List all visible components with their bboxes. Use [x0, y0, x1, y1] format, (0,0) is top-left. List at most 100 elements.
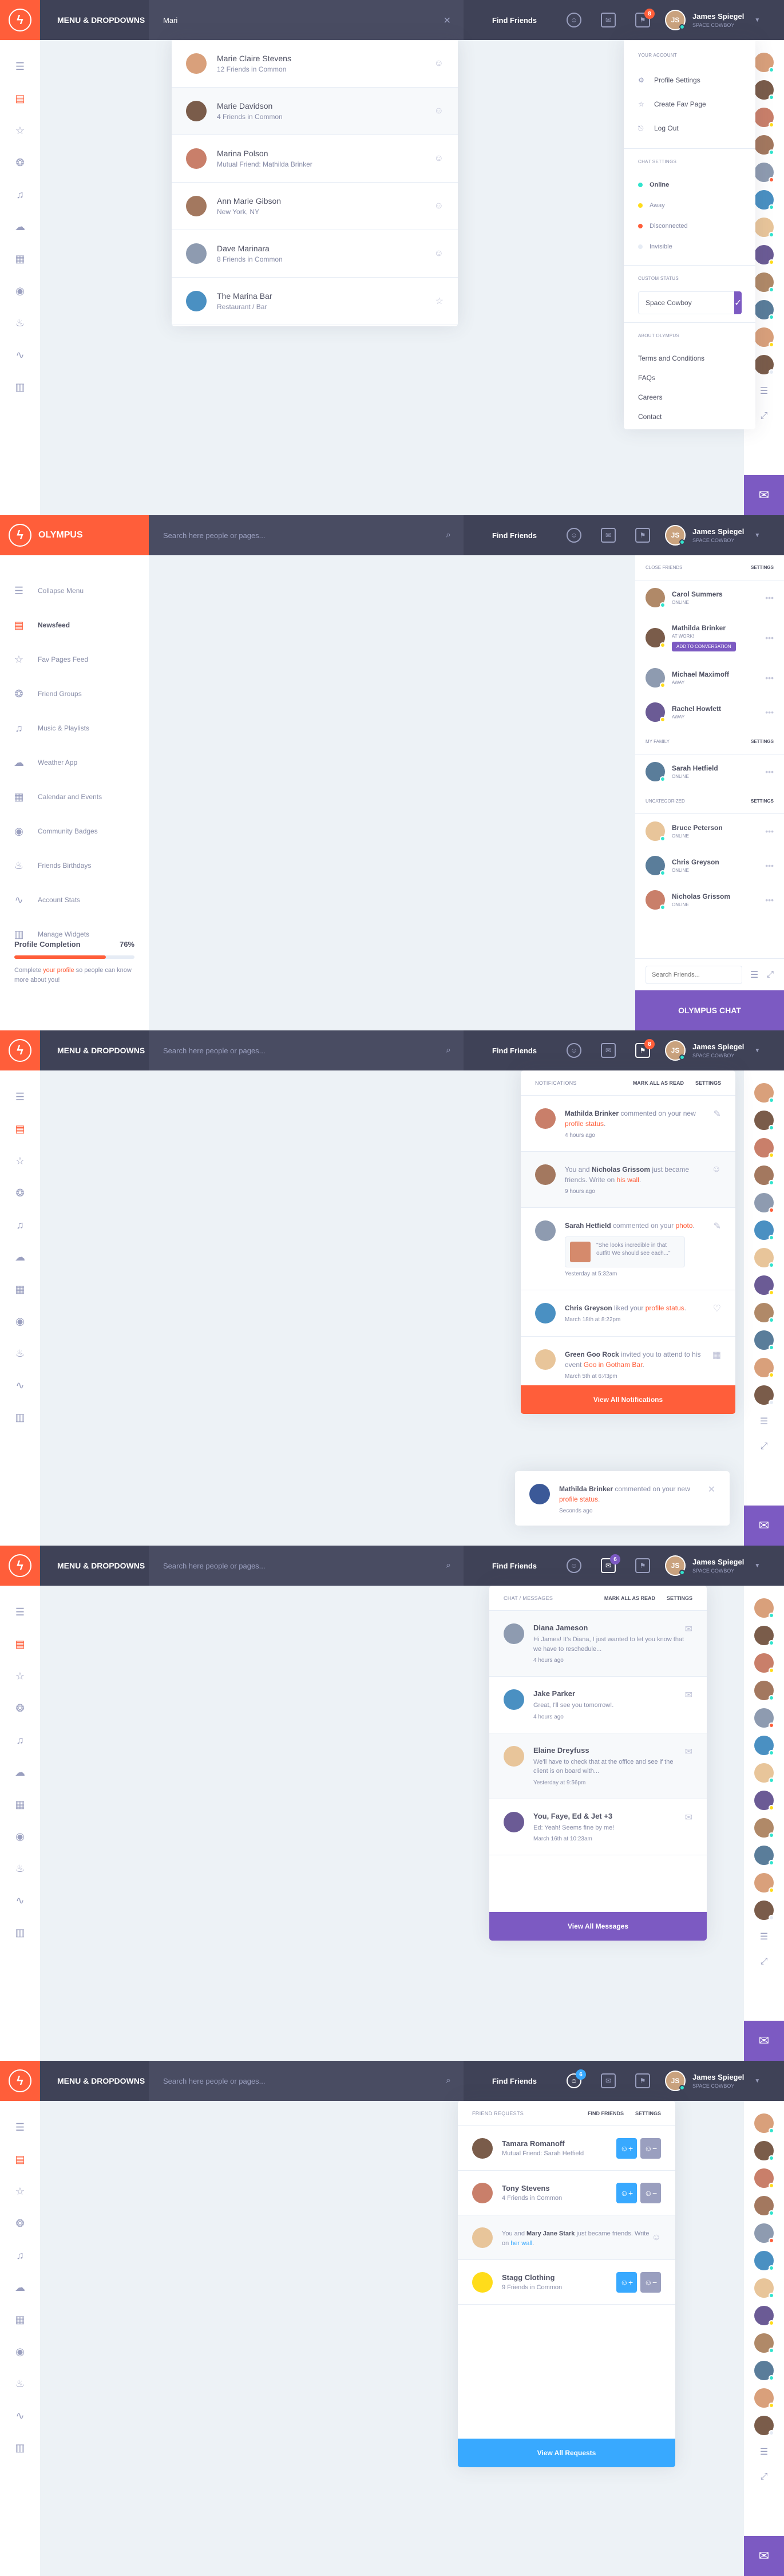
- friend-request-row[interactable]: You and Mary Jane Stark just became frie…: [458, 2215, 675, 2260]
- menu-icon[interactable]: ☰: [14, 1606, 26, 1618]
- friend-avatar[interactable]: [754, 1736, 774, 1756]
- friend-avatar[interactable]: [754, 1818, 774, 1838]
- more-icon[interactable]: •••: [765, 895, 774, 904]
- search-input[interactable]: [163, 1046, 409, 1055]
- newsfeed-icon[interactable]: ▤: [14, 2153, 26, 2166]
- notification-link[interactable]: photo: [675, 1222, 692, 1230]
- terms-link[interactable]: Terms and Conditions: [638, 349, 741, 368]
- headphones-icon[interactable]: ♫: [14, 2249, 26, 2262]
- chevron-down-icon[interactable]: ▼: [754, 532, 760, 539]
- mark-all-read-link[interactable]: Mark all as read: [633, 1080, 684, 1086]
- search-icon[interactable]: ⌕: [446, 2076, 451, 2086]
- groups-icon[interactable]: ❂: [14, 1187, 26, 1199]
- friend-avatar[interactable]: [754, 1626, 774, 1646]
- stats-icon[interactable]: ∿: [14, 349, 26, 361]
- message-row[interactable]: Diana Jameson Hi James! It's Diana, I jus…: [489, 1611, 707, 1677]
- messages-icon[interactable]: ✉: [601, 13, 616, 27]
- chat-icon[interactable]: ☺: [434, 153, 444, 164]
- view-all-requests-button[interactable]: View All Requests: [458, 2439, 675, 2467]
- notification-row[interactable]: Chris Greyson liked your profile status.…: [521, 1290, 735, 1337]
- friend-avatar[interactable]: [754, 1083, 774, 1103]
- widgets-icon[interactable]: ▥: [14, 381, 26, 393]
- check-icon[interactable]: ✓: [734, 291, 742, 314]
- logo[interactable]: ϟ: [0, 2061, 40, 2101]
- groups-icon[interactable]: ❂: [14, 1702, 26, 1714]
- friend-avatar[interactable]: [754, 108, 774, 128]
- friend-requests-icon[interactable]: ☺ 6: [567, 2069, 586, 2088]
- notification-link[interactable]: profile status: [559, 1495, 598, 1503]
- messages-icon[interactable]: ✉: [601, 528, 616, 543]
- sidebar-item[interactable]: ☆ Fav Pages Feed: [0, 642, 149, 677]
- chat-icon[interactable]: ☺: [434, 106, 444, 116]
- notification-row[interactable]: You and Nicholas Grissom just became fri…: [521, 1152, 735, 1208]
- add-to-conversation-button[interactable]: Add to Conversation: [672, 642, 736, 651]
- notifications-icon[interactable]: ⚑ 8: [635, 1039, 655, 1058]
- search-input[interactable]: [163, 2076, 409, 2085]
- sidebar-item[interactable]: ▦ Calendar and Events: [0, 780, 149, 814]
- chat-icon[interactable]: ✉: [685, 1689, 692, 1720]
- search-input[interactable]: [163, 1561, 409, 1570]
- badge-icon[interactable]: ◉: [14, 1830, 26, 1843]
- chat-status-option[interactable]: Invisible: [638, 236, 741, 257]
- weather-icon[interactable]: ☁: [14, 2281, 26, 2294]
- expand-icon[interactable]: ⤢: [761, 1438, 768, 1455]
- create-fav-page-link[interactable]: ☆ Create Fav Page: [638, 92, 741, 116]
- chat-status-option[interactable]: Online: [638, 175, 741, 195]
- friend-avatar[interactable]: [754, 272, 774, 293]
- settings-icon[interactable]: ☰: [760, 382, 768, 400]
- weather-icon[interactable]: ☁: [14, 220, 26, 233]
- chat-icon[interactable]: ✉: [685, 1746, 692, 1786]
- friend-name[interactable]: Mary Jane Stark: [526, 2230, 575, 2237]
- friend-avatar[interactable]: [754, 1248, 774, 1268]
- more-icon[interactable]: •••: [765, 708, 774, 717]
- sidebar-item[interactable]: ☰ Collapse Menu: [0, 574, 149, 608]
- friend-avatar[interactable]: [754, 2333, 774, 2353]
- user-menu[interactable]: JS James Spiegel Space Cowboy ▼: [665, 525, 760, 546]
- search-result-row[interactable]: Marina Polson Mutual Friend: Mathilda Bri…: [172, 135, 458, 183]
- friend-avatar[interactable]: [754, 1358, 774, 1378]
- friend-requests-icon[interactable]: ☺: [567, 1043, 581, 1058]
- search-input[interactable]: [163, 15, 409, 25]
- notifications-icon[interactable]: ⚑: [635, 2073, 650, 2088]
- custom-status-input[interactable]: [638, 291, 734, 314]
- notification-name[interactable]: Chris Greyson: [565, 1304, 612, 1312]
- search-input[interactable]: [163, 531, 409, 540]
- calendar-icon[interactable]: ▦: [14, 1283, 26, 1295]
- friend-avatar[interactable]: [754, 2196, 774, 2216]
- friend-avatar[interactable]: [754, 218, 774, 238]
- settings-icon[interactable]: ☰: [760, 2443, 768, 2460]
- faqs-link[interactable]: FAQs: [638, 368, 741, 388]
- settings-link[interactable]: Settings: [751, 799, 774, 804]
- logo[interactable]: ϟ: [0, 0, 40, 40]
- decline-request-icon[interactable]: ☺−: [640, 2138, 661, 2159]
- accept-request-icon[interactable]: ☺+: [616, 2271, 637, 2293]
- notification-name[interactable]: Mathilda Brinker: [565, 1109, 619, 1117]
- star-icon[interactable]: ☆: [14, 1155, 26, 1167]
- chevron-down-icon[interactable]: ▼: [754, 1048, 760, 1054]
- your-profile-link[interactable]: your profile: [43, 967, 74, 974]
- sidebar-item[interactable]: ♫ Music & Playlists: [0, 711, 149, 745]
- star-icon[interactable]: ☆: [14, 2185, 26, 2198]
- messages-icon[interactable]: ✉ 6: [601, 1554, 620, 1573]
- friend-avatar[interactable]: [754, 1598, 774, 1618]
- chat-friend-row[interactable]: Mathilda Brinker At work! Add to Conversat…: [635, 615, 784, 661]
- search-friends-input[interactable]: [646, 965, 742, 984]
- search-icon[interactable]: ⌕: [446, 1560, 451, 1571]
- chat-icon[interactable]: ✉: [744, 2021, 784, 2061]
- chat-icon[interactable]: ✉: [744, 1506, 784, 1546]
- close-icon[interactable]: ✕: [698, 1484, 715, 1514]
- log-out-link[interactable]: ⎋ Log Out: [638, 116, 741, 140]
- messages-icon[interactable]: ✉: [601, 1043, 616, 1058]
- mark-all-read-link[interactable]: Mark all as read: [604, 1595, 655, 1601]
- menu-icon[interactable]: ☰: [14, 2121, 26, 2134]
- more-icon[interactable]: •••: [765, 827, 774, 836]
- friend-avatar[interactable]: [754, 1303, 774, 1323]
- friend-avatar[interactable]: [754, 1138, 774, 1158]
- logo[interactable]: ϟ OLYMPUS: [0, 515, 149, 555]
- friend-avatar[interactable]: [754, 327, 774, 347]
- decline-request-icon[interactable]: ☺−: [640, 2271, 661, 2293]
- groups-icon[interactable]: ❂: [14, 2217, 26, 2230]
- chat-icon[interactable]: ☺: [434, 248, 444, 259]
- calendar-icon[interactable]: ▦: [14, 1798, 26, 1811]
- expand-icon[interactable]: ⤢: [761, 408, 768, 425]
